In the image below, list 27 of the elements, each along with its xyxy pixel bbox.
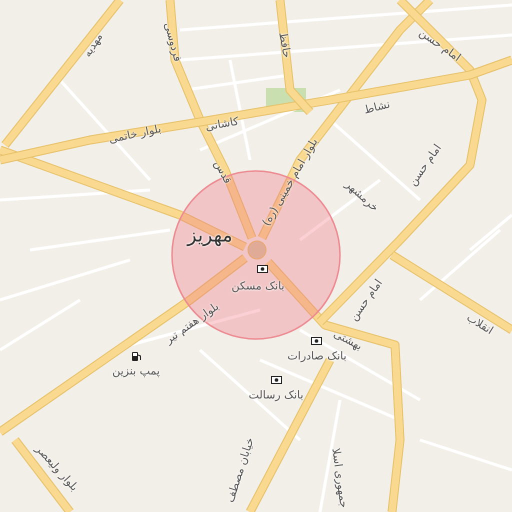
bank-icon	[271, 376, 282, 384]
street-label: بلوار ولیعصر	[34, 443, 80, 493]
street-label: کاشانی	[204, 116, 240, 132]
street-label: بلوار هفتم تیر	[163, 300, 221, 346]
poi-label: بانک رسالت	[248, 390, 304, 400]
place-label: مهریز	[187, 226, 233, 246]
poi-label: پمپ بنزین	[112, 366, 160, 376]
poi-label: بانک صادرات	[287, 350, 347, 362]
street-label: امام حسن	[406, 142, 444, 188]
bank-icon	[311, 337, 322, 345]
street-label: خیابان مصطف	[224, 436, 256, 504]
poi-label: بانک مسکن	[232, 280, 284, 292]
street-label: بهشتی	[332, 328, 364, 352]
street-label: فردوسی	[162, 21, 184, 63]
street-label: بلوار خاتمی	[108, 123, 162, 145]
street-label: قدس	[212, 158, 234, 186]
street-label: حافظ	[277, 31, 293, 59]
street-label: خرمشهر	[344, 178, 380, 214]
bank-icon	[257, 265, 268, 273]
street-label: انقلاب	[464, 312, 496, 336]
street-label: مهدیه	[82, 31, 104, 59]
street-label: جمهوری اسلا	[330, 447, 350, 509]
street-label: نشاط	[362, 98, 392, 116]
street-label: امام حسن	[348, 277, 384, 323]
fuel-pump-icon	[131, 351, 142, 362]
street-label: بلوار امام خمینی (ره)	[260, 136, 320, 228]
street-label: امام حسن	[417, 26, 463, 64]
